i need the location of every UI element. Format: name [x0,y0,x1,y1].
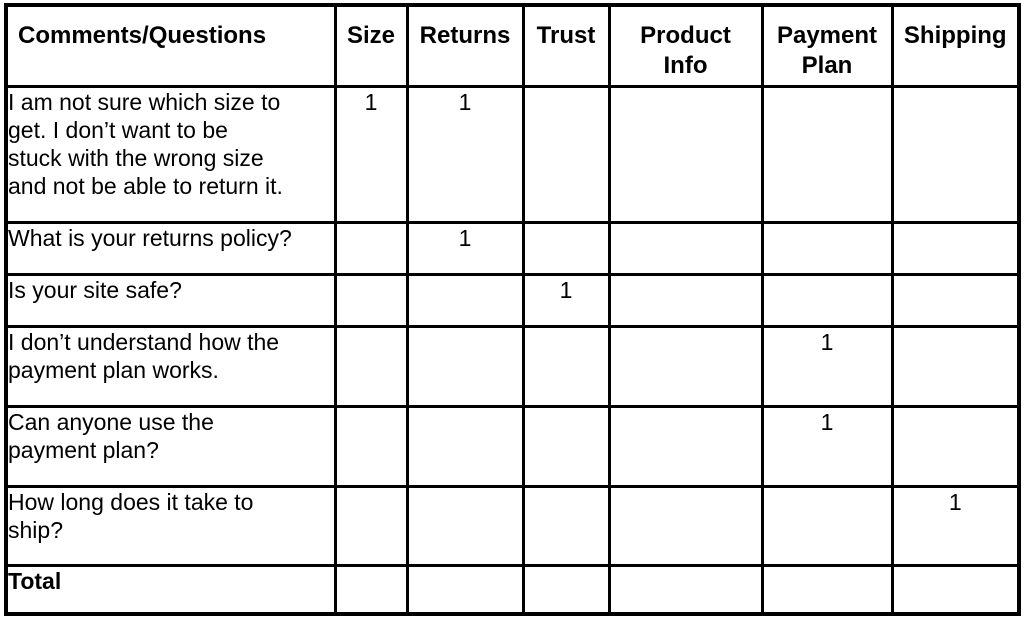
table-row: What is your returns policy? 1 [4,220,1021,276]
tally-cell-product-info[interactable] [607,84,764,224]
tally-cell-size[interactable] [333,404,409,488]
question-cell: I don’t understand how the payment plan … [4,324,337,408]
tally-cell-payment-plan[interactable]: 1 [760,324,894,408]
tally-cell-shipping[interactable]: 1 [890,484,1021,567]
tally-cell-trust[interactable] [521,484,611,567]
column-header-product-info-line2: Info [663,52,708,79]
tally-cell-product-info[interactable] [607,220,764,276]
table-row: Can anyone use the payment plan? 1 [4,404,1021,488]
tally-cell-size[interactable] [333,272,409,328]
question-cell: I am not sure which size to get. I don’t… [4,84,337,224]
total-cell-shipping[interactable] [890,563,1021,616]
tally-cell-trust[interactable]: 1 [521,272,611,328]
question-cell: Is your site safe? [4,272,337,328]
question-line: I am not sure which size to [8,88,281,115]
tally-cell-payment-plan[interactable] [760,220,894,276]
tally-cell-trust[interactable] [521,404,611,488]
table-row: How long does it take to ship? 1 [4,484,1021,567]
tally-cell-shipping[interactable] [890,220,1021,276]
tally-cell-payment-plan[interactable]: 1 [760,404,894,488]
total-cell-returns[interactable] [405,563,525,616]
column-header-product-info: Product Info [607,3,764,88]
total-label-cell: Total [4,563,337,616]
question-line: payment plan? [8,436,159,463]
question-line: I don’t understand how the [8,328,280,355]
column-header-size: Size [333,3,409,88]
question-line: get. I don’t want to be [8,116,228,143]
tally-cell-payment-plan[interactable] [760,84,894,224]
question-cell: Can anyone use the payment plan? [4,404,337,488]
tally-cell-returns[interactable]: 1 [405,84,525,224]
tally-cell-returns[interactable]: 1 [405,220,525,276]
question-line: Can anyone use the [8,408,214,435]
total-cell-size[interactable] [333,563,409,616]
column-header-trust: Trust [521,3,611,88]
tally-cell-trust[interactable] [521,84,611,224]
question-line: ship? [8,516,63,543]
customer-comments-tally-table: Comments/Questions Size Returns Trust Pr… [4,3,1021,616]
tally-cell-shipping[interactable] [890,324,1021,408]
tally-cell-product-info[interactable] [607,404,764,488]
tally-cell-size[interactable] [333,484,409,567]
total-cell-trust[interactable] [521,563,611,616]
column-header-payment-plan-line2: Plan [801,52,853,79]
table-header-row: Comments/Questions Size Returns Trust Pr… [4,3,1021,88]
question-line: Is your site safe? [8,276,182,303]
tally-cell-product-info[interactable] [607,272,764,328]
tally-cell-shipping[interactable] [890,404,1021,488]
column-header-shipping: Shipping [890,3,1021,88]
tally-cell-payment-plan[interactable] [760,484,894,567]
column-header-payment-plan-line1: Payment [776,22,878,49]
tally-cell-trust[interactable] [521,324,611,408]
worksheet-page: Comments/Questions Size Returns Trust Pr… [0,0,1024,620]
question-line: payment plan works. [8,356,219,383]
question-line: and not be able to return it. [8,172,283,199]
tally-cell-shipping[interactable] [890,272,1021,328]
tally-cell-size[interactable] [333,324,409,408]
tally-cell-returns[interactable] [405,272,525,328]
question-cell: What is your returns policy? [4,220,337,276]
column-header-payment-plan: Payment Plan [760,3,894,88]
tally-cell-returns[interactable] [405,404,525,488]
tally-cell-size[interactable] [333,220,409,276]
tally-cell-trust[interactable] [521,220,611,276]
tally-cell-product-info[interactable] [607,484,764,567]
tally-cell-product-info[interactable] [607,324,764,408]
column-header-returns: Returns [405,3,525,88]
table-row: Is your site safe? 1 [4,272,1021,328]
column-header-product-info-line1: Product [640,22,731,49]
question-cell: How long does it take to ship? [4,484,337,567]
table-row: I am not sure which size to get. I don’t… [4,84,1021,224]
column-header-comments: Comments/Questions [4,3,337,88]
tally-cell-payment-plan[interactable] [760,272,894,328]
tally-cell-returns[interactable] [405,484,525,567]
total-cell-payment-plan[interactable] [760,563,894,616]
question-line: How long does it take to [8,488,254,515]
tally-cell-shipping[interactable] [890,84,1021,224]
tally-cell-size[interactable]: 1 [333,84,409,224]
table-row: I don’t understand how the payment plan … [4,324,1021,408]
table-total-row: Total [4,563,1021,616]
tally-cell-returns[interactable] [405,324,525,408]
total-cell-product-info[interactable] [607,563,764,616]
question-line: What is your returns policy? [8,224,292,251]
question-line: stuck with the wrong size [8,144,264,171]
